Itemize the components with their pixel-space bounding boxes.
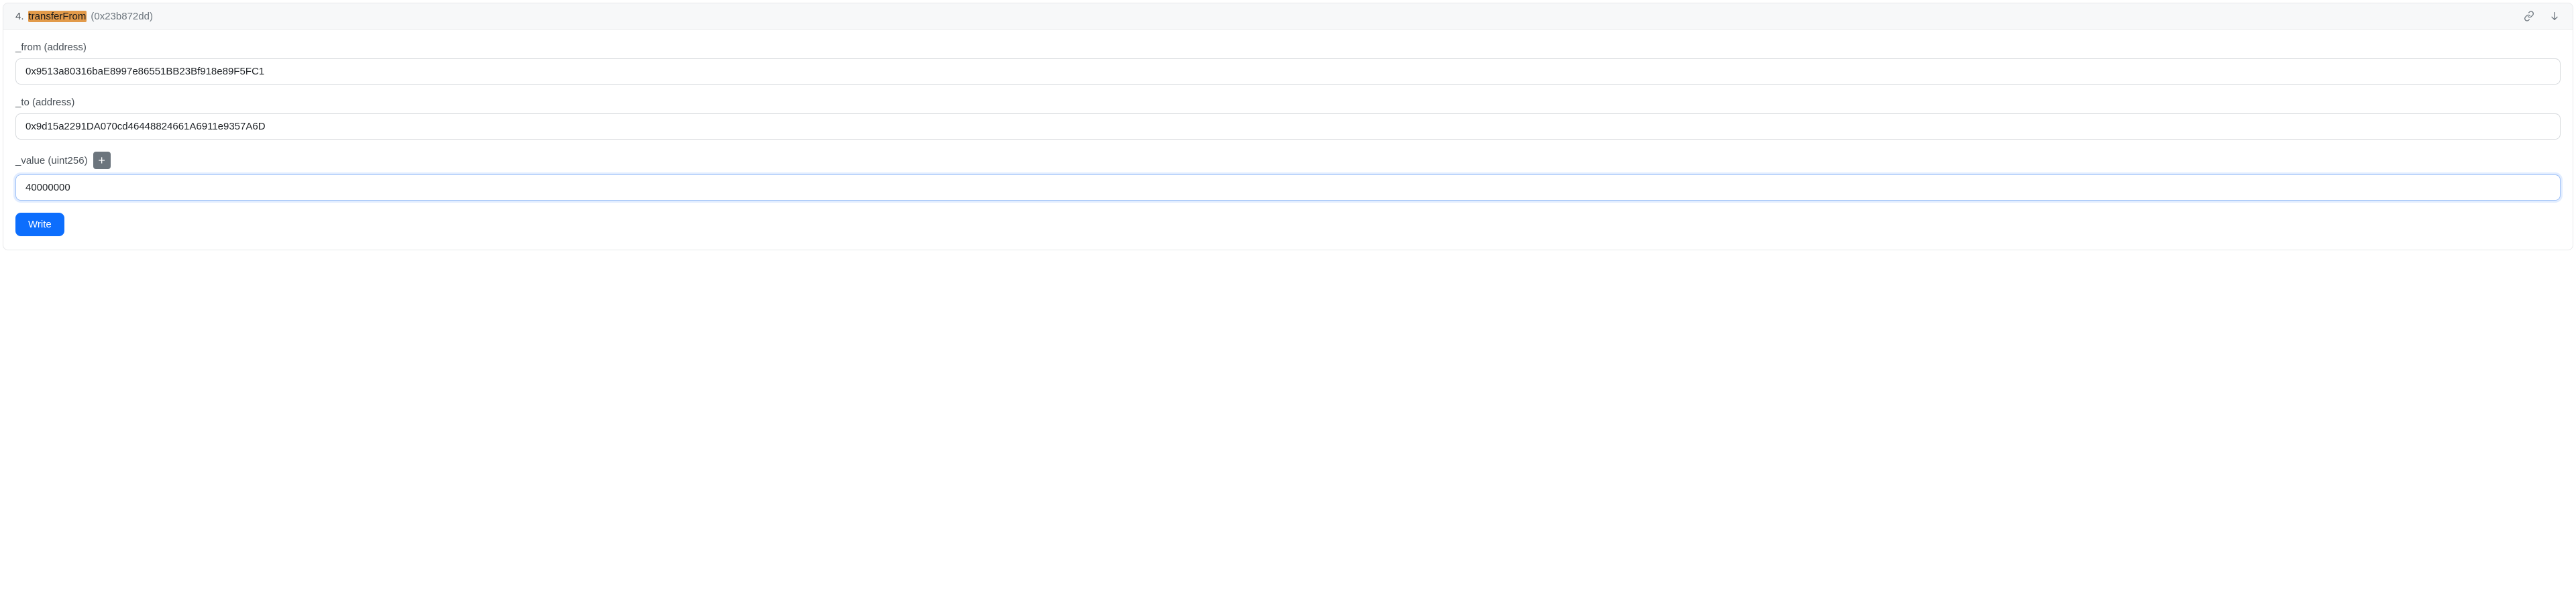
to-label: _to (address): [15, 97, 74, 108]
function-panel: 4. transferFrom (0x23b872dd) _from (a: [3, 3, 2573, 250]
value-field-group: _value (uint256) +: [15, 152, 2561, 201]
panel-body: _from (address) _to (address) _value (ui…: [3, 30, 2573, 250]
header-title-group: 4. transferFrom (0x23b872dd): [15, 11, 153, 22]
from-label: _from (address): [15, 42, 87, 53]
from-input[interactable]: [15, 58, 2561, 85]
function-hash: (0x23b872dd): [91, 11, 153, 22]
value-input[interactable]: [15, 174, 2561, 201]
write-button[interactable]: Write: [15, 213, 64, 236]
link-icon[interactable]: [2523, 10, 2535, 22]
value-label: _value (uint256): [15, 155, 88, 166]
panel-header[interactable]: 4. transferFrom (0x23b872dd): [3, 3, 2573, 30]
from-field-group: _from (address): [15, 42, 2561, 85]
header-actions: [2523, 10, 2561, 22]
to-field-group: _to (address): [15, 97, 2561, 140]
add-value-button[interactable]: +: [93, 152, 111, 169]
collapse-arrow-icon[interactable]: [2548, 10, 2561, 22]
function-name: transferFrom: [28, 11, 87, 22]
to-input[interactable]: [15, 113, 2561, 140]
function-index: 4.: [15, 11, 24, 22]
